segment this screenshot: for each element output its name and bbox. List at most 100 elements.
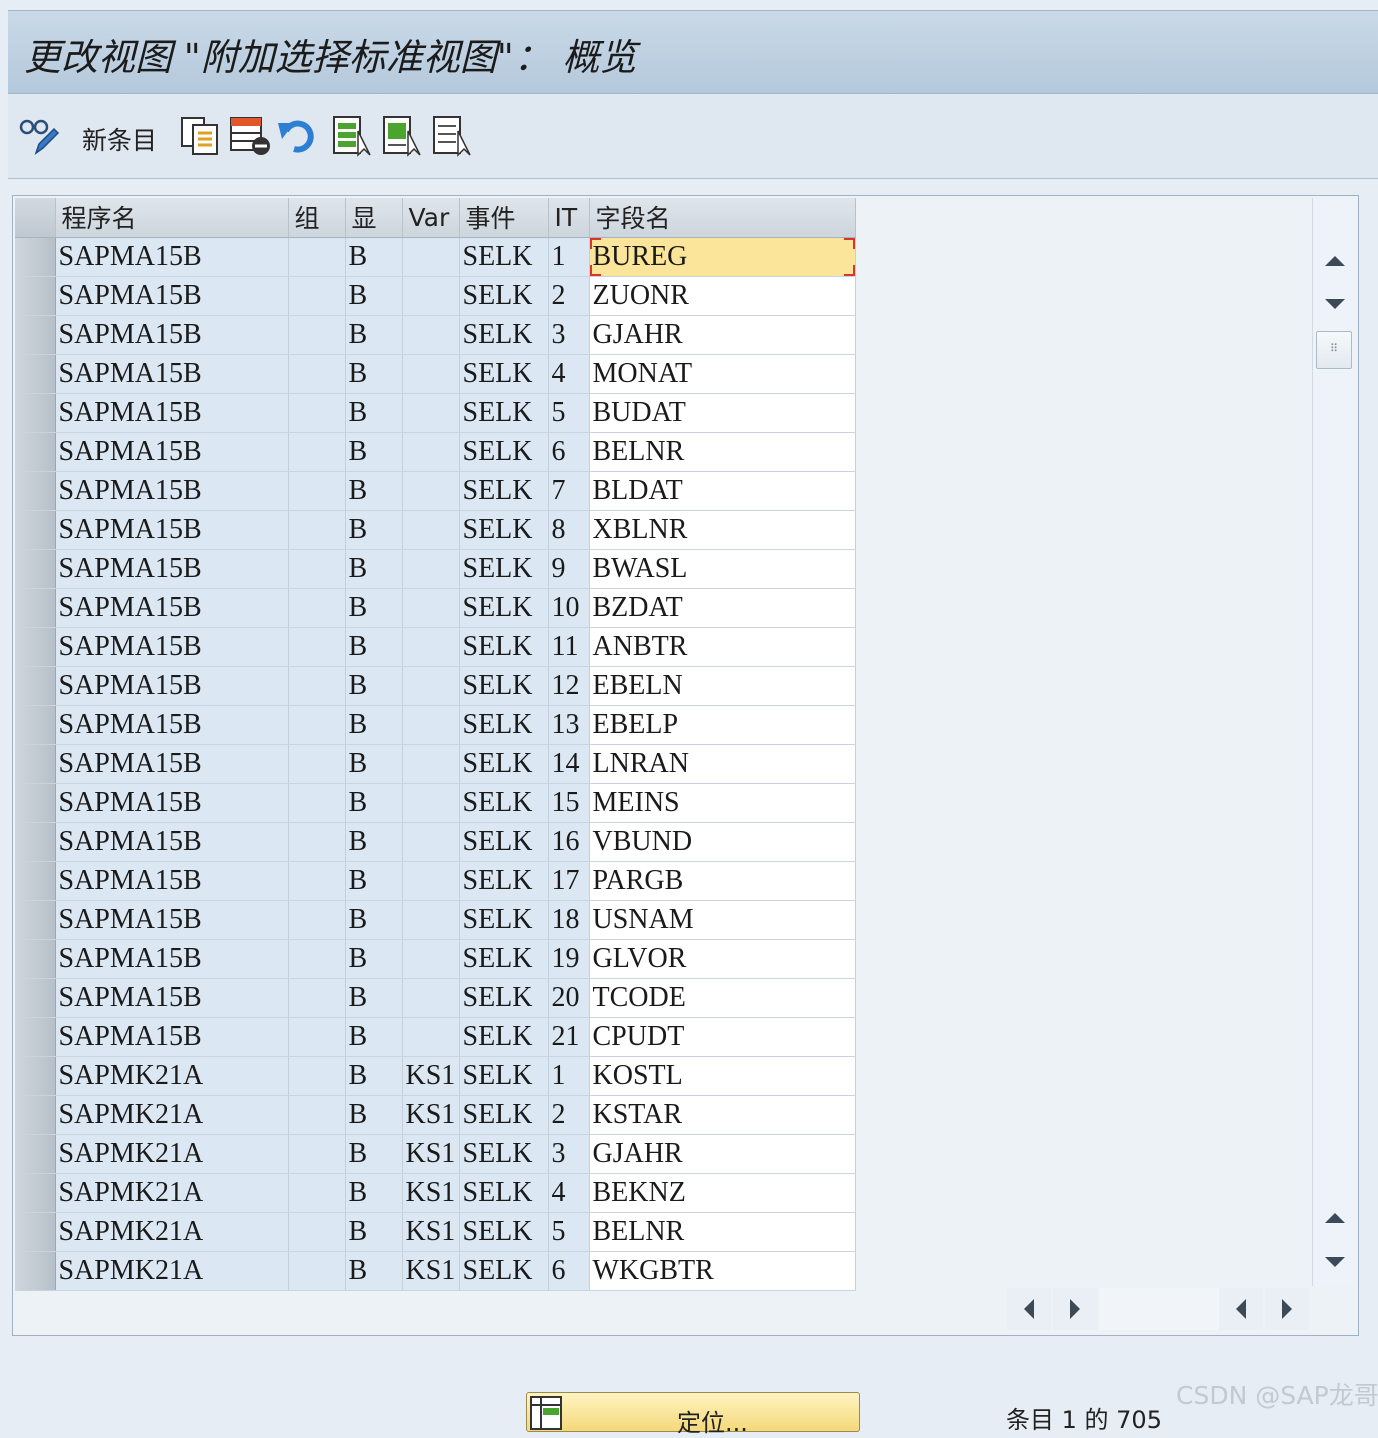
row-selector[interactable] bbox=[15, 705, 56, 745]
table-row[interactable]: SAPMK21A B KS1 SELK 4 BEKNZ bbox=[15, 1173, 856, 1213]
table-row[interactable]: SAPMA15B B SELK 3 GJAHR bbox=[15, 315, 856, 355]
horizontal-scroll-track[interactable] bbox=[1099, 1288, 1219, 1330]
undo-icon[interactable] bbox=[276, 113, 320, 157]
field-name-cell[interactable]: USNAM bbox=[589, 900, 856, 940]
new-entry-button[interactable]: 新条目 bbox=[82, 121, 157, 157]
field-name-cell[interactable]: XBLNR bbox=[589, 510, 856, 550]
row-selector[interactable] bbox=[15, 315, 56, 355]
field-name-cell[interactable]: GJAHR bbox=[589, 315, 856, 355]
column-header-it[interactable]: IT bbox=[548, 198, 590, 238]
table-row[interactable]: SAPMA15B B SELK 7 BLDAT bbox=[15, 471, 856, 511]
field-name-cell[interactable]: GJAHR bbox=[589, 1134, 856, 1174]
field-name-cell[interactable]: GLVOR bbox=[589, 939, 856, 979]
scroll-right-icon[interactable] bbox=[1053, 1288, 1097, 1330]
table-row[interactable]: SAPMA15B B SELK 21 CPUDT bbox=[15, 1017, 856, 1057]
row-selector[interactable] bbox=[15, 666, 56, 706]
scroll-page-down-icon[interactable] bbox=[1313, 284, 1357, 324]
field-name-cell[interactable]: BELNR bbox=[589, 432, 856, 472]
field-name-cell[interactable]: BELNR bbox=[589, 1212, 856, 1252]
table-row[interactable]: SAPMA15B B SELK 2 ZUONR bbox=[15, 276, 856, 316]
field-name-cell[interactable]: BUDAT bbox=[589, 393, 856, 433]
display-change-icon[interactable] bbox=[16, 113, 60, 157]
row-selector[interactable] bbox=[15, 393, 56, 433]
table-row[interactable]: SAPMA15B B SELK 1 BUREG bbox=[15, 237, 856, 277]
select-block-icon[interactable] bbox=[380, 113, 424, 157]
row-selector[interactable] bbox=[15, 939, 56, 979]
row-selector[interactable] bbox=[15, 1173, 56, 1213]
table-row[interactable]: SAPMA15B B SELK 6 BELNR bbox=[15, 432, 856, 472]
row-selector[interactable] bbox=[15, 744, 56, 784]
field-name-cell[interactable]: MONAT bbox=[589, 354, 856, 394]
row-selector[interactable] bbox=[15, 237, 56, 277]
scrollbar-thumb[interactable]: ⠿ bbox=[1316, 331, 1352, 369]
row-selector[interactable] bbox=[15, 510, 56, 550]
row-selector[interactable] bbox=[15, 627, 56, 667]
scroll-left-end-icon[interactable] bbox=[1219, 1288, 1263, 1330]
table-row[interactable]: SAPMA15B B SELK 20 TCODE bbox=[15, 978, 856, 1018]
row-selector[interactable] bbox=[15, 549, 56, 589]
field-name-cell[interactable]: KSTAR bbox=[589, 1095, 856, 1135]
position-button[interactable]: 定位... bbox=[526, 1392, 860, 1437]
row-selector[interactable] bbox=[15, 1017, 56, 1057]
field-name-cell[interactable]: EBELN bbox=[589, 666, 856, 706]
field-name-cell[interactable]: WKGBTR bbox=[589, 1251, 856, 1291]
row-selector[interactable] bbox=[15, 783, 56, 823]
table-row[interactable]: SAPMA15B B SELK 10 BZDAT bbox=[15, 588, 856, 628]
row-selector[interactable] bbox=[15, 471, 56, 511]
field-name-cell[interactable]: EBELP bbox=[589, 705, 856, 745]
row-selector[interactable] bbox=[15, 588, 56, 628]
table-row[interactable]: SAPMA15B B SELK 13 EBELP bbox=[15, 705, 856, 745]
table-row[interactable]: SAPMA15B B SELK 8 XBLNR bbox=[15, 510, 856, 550]
scroll-page-up-icon[interactable] bbox=[1313, 241, 1357, 281]
field-name-cell[interactable]: TCODE bbox=[589, 978, 856, 1018]
table-row[interactable]: SAPMK21A B KS1 SELK 3 GJAHR bbox=[15, 1134, 856, 1174]
delete-icon[interactable] bbox=[228, 113, 272, 157]
row-selector[interactable] bbox=[15, 1251, 56, 1291]
field-name-cell[interactable]: KOSTL bbox=[589, 1056, 856, 1096]
table-row[interactable]: SAPMA15B B SELK 12 EBELN bbox=[15, 666, 856, 706]
table-row[interactable]: SAPMA15B B SELK 14 LNRAN bbox=[15, 744, 856, 784]
table-row[interactable]: SAPMK21A B KS1 SELK 2 KSTAR bbox=[15, 1095, 856, 1135]
field-name-cell[interactable]: BLDAT bbox=[589, 471, 856, 511]
table-row[interactable]: SAPMK21A B KS1 SELK 1 KOSTL bbox=[15, 1056, 856, 1096]
table-row[interactable]: SAPMA15B B SELK 11 ANBTR bbox=[15, 627, 856, 667]
scroll-up-icon[interactable] bbox=[1313, 1198, 1357, 1238]
table-row[interactable]: SAPMA15B B SELK 15 MEINS bbox=[15, 783, 856, 823]
row-selector[interactable] bbox=[15, 822, 56, 862]
table-row[interactable]: SAPMA15B B SELK 16 VBUND bbox=[15, 822, 856, 862]
table-row[interactable]: SAPMA15B B SELK 9 BWASL bbox=[15, 549, 856, 589]
column-header-event[interactable]: 事件 bbox=[459, 198, 549, 238]
table-row[interactable]: SAPMA15B B SELK 4 MONAT bbox=[15, 354, 856, 394]
field-name-cell[interactable]: LNRAN bbox=[589, 744, 856, 784]
table-row[interactable]: SAPMA15B B SELK 5 BUDAT bbox=[15, 393, 856, 433]
row-selector[interactable] bbox=[15, 900, 56, 940]
column-header-program[interactable]: 程序名 bbox=[55, 198, 289, 238]
row-selector[interactable] bbox=[15, 276, 56, 316]
column-header-display[interactable]: 显 bbox=[345, 198, 403, 238]
column-header-group[interactable]: 组 bbox=[288, 198, 346, 238]
table-row[interactable]: SAPMK21A B KS1 SELK 6 WKGBTR bbox=[15, 1251, 856, 1291]
field-name-cell[interactable]: ZUONR bbox=[589, 276, 856, 316]
row-selector[interactable] bbox=[15, 432, 56, 472]
field-name-cell[interactable]: PARGB bbox=[589, 861, 856, 901]
row-selector[interactable] bbox=[15, 978, 56, 1018]
row-selector[interactable] bbox=[15, 861, 56, 901]
vertical-scrollbar[interactable]: ⠿ bbox=[1312, 198, 1357, 1286]
field-name-cell[interactable]: MEINS bbox=[589, 783, 856, 823]
row-selector[interactable] bbox=[15, 354, 56, 394]
field-name-cell[interactable]: BWASL bbox=[589, 549, 856, 589]
copy-icon[interactable] bbox=[178, 113, 222, 157]
scroll-left-icon[interactable] bbox=[1007, 1288, 1051, 1330]
field-name-cell[interactable]: BEKNZ bbox=[589, 1173, 856, 1213]
table-row[interactable]: SAPMA15B B SELK 19 GLVOR bbox=[15, 939, 856, 979]
field-name-cell[interactable]: BUREG bbox=[589, 237, 856, 277]
field-name-cell[interactable]: VBUND bbox=[589, 822, 856, 862]
row-selector[interactable] bbox=[15, 1095, 56, 1135]
deselect-all-icon[interactable] bbox=[430, 113, 474, 157]
table-row[interactable]: SAPMA15B B SELK 17 PARGB bbox=[15, 861, 856, 901]
scroll-right-end-icon[interactable] bbox=[1265, 1288, 1309, 1330]
select-all-icon[interactable] bbox=[330, 113, 374, 157]
row-selector[interactable] bbox=[15, 1056, 56, 1096]
column-header-var[interactable]: Var bbox=[402, 198, 460, 238]
field-name-cell[interactable]: BZDAT bbox=[589, 588, 856, 628]
